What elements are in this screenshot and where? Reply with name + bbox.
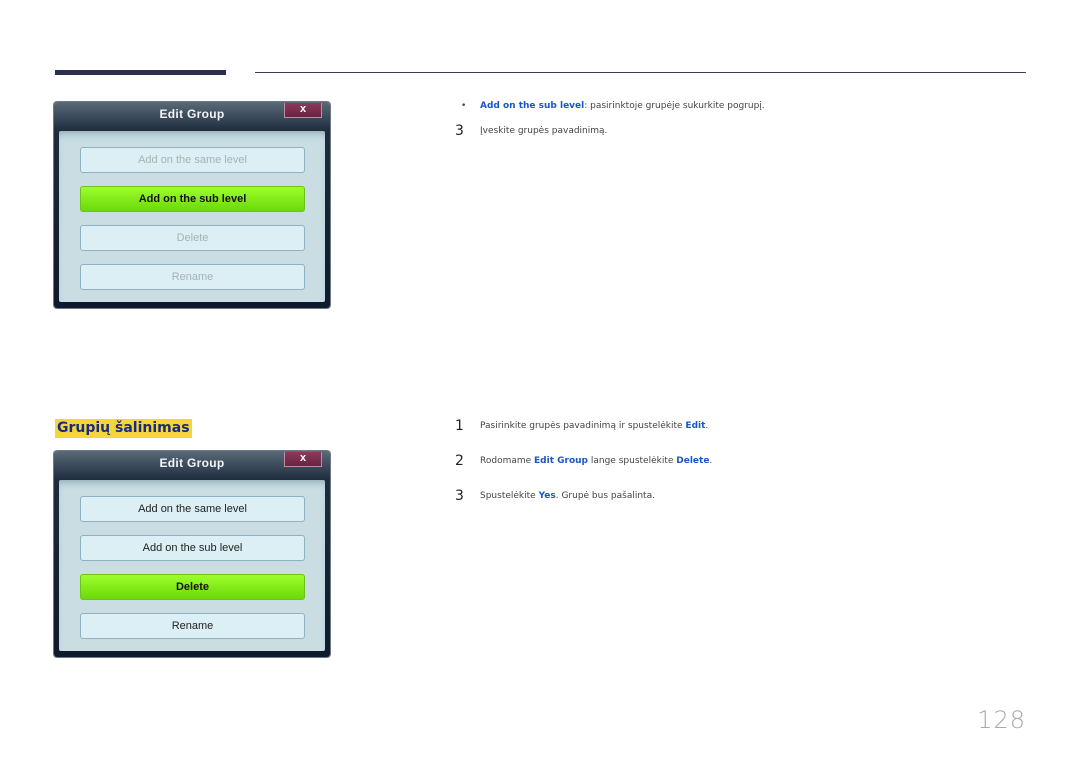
step-text: lange spustelėkite [588,456,677,466]
delete-button[interactable]: Delete [80,225,305,251]
highlight-term: Delete [676,456,710,466]
edit-group-dialog-add: Edit Group x Add on the same level Add o… [54,102,330,308]
close-button[interactable]: x [284,452,322,467]
bullet-icon: • [461,101,467,111]
section-heading: Grupių šalinimas [55,419,192,438]
step-number: 3 [455,123,464,139]
close-icon: x [299,103,307,115]
dialog-body: Add on the same level Add on the sub lev… [59,480,325,651]
bullet-text: : pasirinktoje grupėje sukurkite pogrupį… [584,101,765,111]
header-rule-thick [55,70,226,75]
delete-step-3: 3 Spustelėkite Yes. Grupė bus pašalinta. [455,488,655,504]
highlight-term: Edit [685,421,706,431]
header-rule-thin [255,72,1026,73]
bullet-add-sub-level: • Add on the sub level: pasirinktoje grup… [455,101,765,111]
add-sub-level-button[interactable]: Add on the sub level [80,535,305,561]
step-text: . [709,456,713,466]
step-number: 1 [455,418,464,434]
delete-step-2: 2 Rodomame Edit Group lange spustelėkite … [455,453,712,469]
add-sub-level-button[interactable]: Add on the sub level [80,186,305,212]
highlight-term: Yes [538,491,556,501]
step-number: 2 [455,453,464,469]
dialog-body: Add on the same level Add on the sub lev… [59,131,325,302]
edit-group-dialog-delete: Edit Group x Add on the same level Add o… [54,451,330,657]
close-icon: x [299,452,307,464]
step-text: . Grupė bus pašalinta. [555,491,655,501]
rename-button[interactable]: Rename [80,613,305,639]
close-button[interactable]: x [284,103,322,118]
delete-button[interactable]: Delete [80,574,305,600]
step-text: Rodomame [480,456,535,466]
step-text: Įveskite grupės pavadinimą. [480,126,608,136]
step-text: Spustelėkite [480,491,539,501]
highlight-term: Add on the sub level [480,101,585,111]
rename-button[interactable]: Rename [80,264,305,290]
step-number: 3 [455,488,464,504]
step-3-enter-name: 3 Įveskite grupės pavadinimą. [455,123,607,139]
add-same-level-button[interactable]: Add on the same level [80,496,305,522]
delete-step-1: 1 Pasirinkite grupės pavadinimą ir spuste… [455,418,708,434]
page-number: 128 [977,706,1026,734]
step-text: . [705,421,709,431]
step-text: Pasirinkite grupės pavadinimą ir spustel… [480,421,686,431]
add-same-level-button[interactable]: Add on the same level [80,147,305,173]
highlight-term: Edit Group [534,456,589,466]
